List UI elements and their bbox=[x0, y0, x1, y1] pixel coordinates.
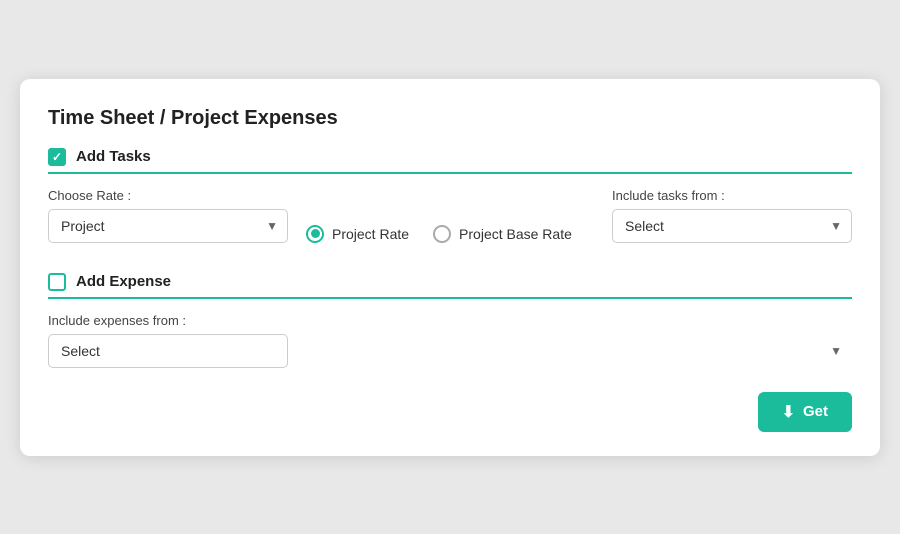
include-tasks-select-wrapper: Select All Assigned ▼ bbox=[612, 209, 852, 243]
project-rate-label: Project Rate bbox=[332, 226, 409, 242]
include-expenses-select[interactable]: Select All Assigned bbox=[48, 334, 288, 368]
page-title: Time Sheet / Project Expenses bbox=[48, 107, 852, 130]
left-part: Choose Rate : Project Employee Task ▼ Pr… bbox=[48, 188, 572, 243]
project-rate-radio-circle bbox=[306, 225, 324, 243]
include-tasks-group: Include tasks from : Select All Assigned… bbox=[612, 188, 852, 243]
get-button-label: Get bbox=[803, 403, 828, 420]
rate-type-radio-group: Project Rate Project Base Rate bbox=[306, 225, 572, 243]
include-expenses-arrow-icon: ▼ bbox=[830, 344, 842, 358]
get-button[interactable]: ⬇ Get bbox=[758, 392, 852, 432]
add-tasks-header: Add Tasks bbox=[48, 148, 852, 174]
choose-rate-select[interactable]: Project Employee Task bbox=[48, 209, 288, 243]
add-expense-section: Add Expense Include expenses from : Sele… bbox=[48, 273, 852, 368]
include-expenses-group: Include expenses from : Select All Assig… bbox=[48, 313, 852, 368]
spacer bbox=[48, 388, 852, 428]
project-rate-radio-item[interactable]: Project Rate bbox=[306, 225, 409, 243]
include-expenses-label: Include expenses from : bbox=[48, 313, 852, 328]
download-icon: ⬇ bbox=[782, 402, 795, 422]
add-tasks-label: Add Tasks bbox=[76, 148, 151, 165]
add-tasks-section: Add Tasks Choose Rate : Project Employee… bbox=[48, 148, 852, 243]
add-tasks-checkbox[interactable] bbox=[48, 148, 66, 166]
include-tasks-select[interactable]: Select All Assigned bbox=[612, 209, 852, 243]
project-base-rate-radio-circle bbox=[433, 225, 451, 243]
project-base-rate-radio-item[interactable]: Project Base Rate bbox=[433, 225, 572, 243]
include-tasks-label: Include tasks from : bbox=[612, 188, 852, 203]
add-expense-checkbox[interactable] bbox=[48, 273, 66, 291]
choose-rate-select-wrapper: Project Employee Task ▼ bbox=[48, 209, 288, 243]
choose-rate-label: Choose Rate : bbox=[48, 188, 288, 203]
tasks-form-row: Choose Rate : Project Employee Task ▼ Pr… bbox=[48, 188, 852, 243]
choose-rate-group: Choose Rate : Project Employee Task ▼ bbox=[48, 188, 288, 243]
main-card: Time Sheet / Project Expenses Add Tasks … bbox=[20, 79, 880, 456]
project-base-rate-label: Project Base Rate bbox=[459, 226, 572, 242]
add-expense-label: Add Expense bbox=[76, 273, 171, 290]
add-expense-header: Add Expense bbox=[48, 273, 852, 299]
include-expenses-select-wrapper: Select All Assigned ▼ bbox=[48, 334, 852, 368]
